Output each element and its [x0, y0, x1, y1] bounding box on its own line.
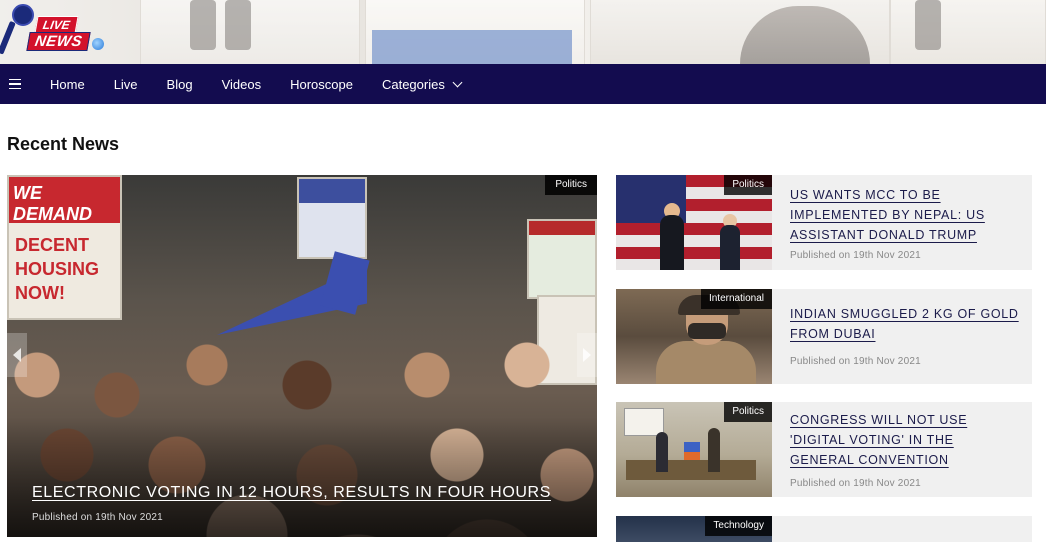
person-figure: [656, 432, 668, 472]
officer-figure: [688, 323, 726, 339]
news-title-link[interactable]: CONGRESS WILL NOT USE 'DIGITAL VOTING' I…: [790, 410, 1022, 470]
protest-sign: WE DEMAND DECENT HOUSING NOW!: [7, 175, 122, 320]
news-title-link[interactable]: US WANTS MCC TO BE IMPLEMENTED BY NEPAL:…: [790, 185, 1022, 245]
globe-icon: [92, 38, 104, 50]
slider-prev-button[interactable]: [7, 333, 27, 377]
published-date: Published on 19th Nov 2021: [790, 356, 921, 367]
hamburger-icon[interactable]: [9, 78, 21, 90]
category-badge[interactable]: Politics: [724, 402, 772, 422]
nav-home[interactable]: Home: [50, 77, 85, 92]
ballot-box: [684, 452, 700, 460]
microphone-icon: [12, 4, 34, 26]
list-item[interactable]: Politics US WANTS MCC TO BE IMPLEMENTED …: [616, 175, 1032, 270]
sign-band: [529, 221, 595, 235]
nav-live[interactable]: Live: [114, 77, 138, 92]
category-badge[interactable]: International: [700, 289, 772, 309]
category-badge[interactable]: Politics: [724, 175, 772, 195]
slider-next-button[interactable]: [577, 333, 597, 377]
room-object: [624, 408, 664, 436]
arrow-left-icon: [13, 348, 21, 362]
news-thumbnail[interactable]: Politics: [616, 175, 772, 270]
news-thumbnail[interactable]: Politics: [616, 402, 772, 497]
protest-sign: [297, 177, 367, 259]
room-object: [626, 460, 756, 480]
published-date: Published on 19th Nov 2021: [790, 250, 921, 261]
person-figure: [660, 215, 684, 270]
nav-horoscope[interactable]: Horoscope: [290, 77, 353, 92]
list-item[interactable]: Politics CONGRESS WILL NOT USE 'DIGITAL …: [616, 402, 1032, 497]
nav-categories[interactable]: Categories: [381, 76, 463, 92]
chevron-down-icon: [452, 77, 463, 87]
person-figure: [720, 225, 740, 270]
arrow-right-icon: [583, 348, 591, 362]
news-thumbnail[interactable]: Technology: [616, 516, 772, 542]
nav-videos[interactable]: Videos: [222, 77, 262, 92]
header-banner: LIVE NEWS: [0, 0, 1046, 64]
person-figure: [708, 428, 720, 472]
protest-sign: [527, 219, 597, 299]
section-title: Recent News: [7, 134, 120, 154]
news-thumbnail[interactable]: International: [616, 289, 772, 384]
nav-categories-label: Categories: [381, 76, 445, 92]
banner-overlay: [0, 0, 1046, 64]
category-badge[interactable]: Technology: [705, 516, 772, 536]
sign-text: WE DEMAND: [13, 183, 92, 224]
featured-news-card[interactable]: WE DEMAND DECENT HOUSING NOW! Politics E…: [7, 175, 597, 537]
featured-headline-link[interactable]: ELECTRONIC VOTING IN 12 HOURS, RESULTS I…: [32, 484, 551, 502]
logo-tag-news: NEWS: [26, 32, 91, 51]
list-item[interactable]: International INDIAN SMUGGLED 2 KG OF GO…: [616, 289, 1032, 384]
sign-text: DECENT HOUSING NOW!: [15, 235, 100, 303]
sign-band: [299, 179, 365, 203]
published-date: Published on 19th Nov 2021: [32, 512, 163, 523]
list-item[interactable]: Technology: [616, 516, 1032, 542]
site-logo[interactable]: LIVE NEWS: [0, 2, 104, 60]
category-badge[interactable]: Politics: [545, 175, 597, 195]
published-date: Published on 19th Nov 2021: [790, 478, 921, 489]
news-title-link[interactable]: INDIAN SMUGGLED 2 KG OF GOLD FROM DUBAI: [790, 304, 1022, 344]
nav-blog[interactable]: Blog: [167, 77, 193, 92]
protest-pennant: [320, 251, 370, 315]
main-navigation: Home Live Blog Videos Horoscope Categori…: [0, 64, 1046, 104]
officer-figure: [656, 341, 756, 384]
